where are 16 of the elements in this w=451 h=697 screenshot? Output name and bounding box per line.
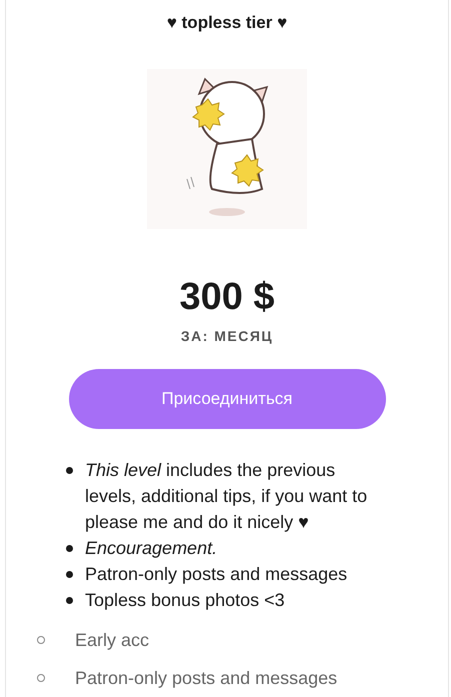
benefit-text: Early acc [75, 630, 150, 650]
bullet-icon [66, 467, 73, 474]
bullet-icon [37, 636, 45, 644]
bullet-icon [66, 571, 73, 578]
benefit-text: Patron-only posts and messages [85, 563, 348, 586]
benefit-text: Encouragement. [85, 537, 218, 560]
bullet-icon [66, 597, 73, 604]
join-button[interactable]: Присоединиться [68, 369, 386, 429]
tier-title: ♥ topless tier ♥ [166, 12, 288, 34]
billing-period: ЗА: МЕСЯЦ [180, 327, 274, 345]
benefit-text: This level includes the previous levels, additional tips, if you want to please me and do it nicely ♥ [85, 459, 368, 534]
bullet-icon [37, 674, 45, 682]
benefit-text: Patron-only posts and messages [75, 668, 338, 688]
bullet-icon [66, 545, 73, 552]
benefit-text: Topless bonus photos <3 [85, 589, 286, 612]
price: 300 $ [179, 275, 275, 319]
